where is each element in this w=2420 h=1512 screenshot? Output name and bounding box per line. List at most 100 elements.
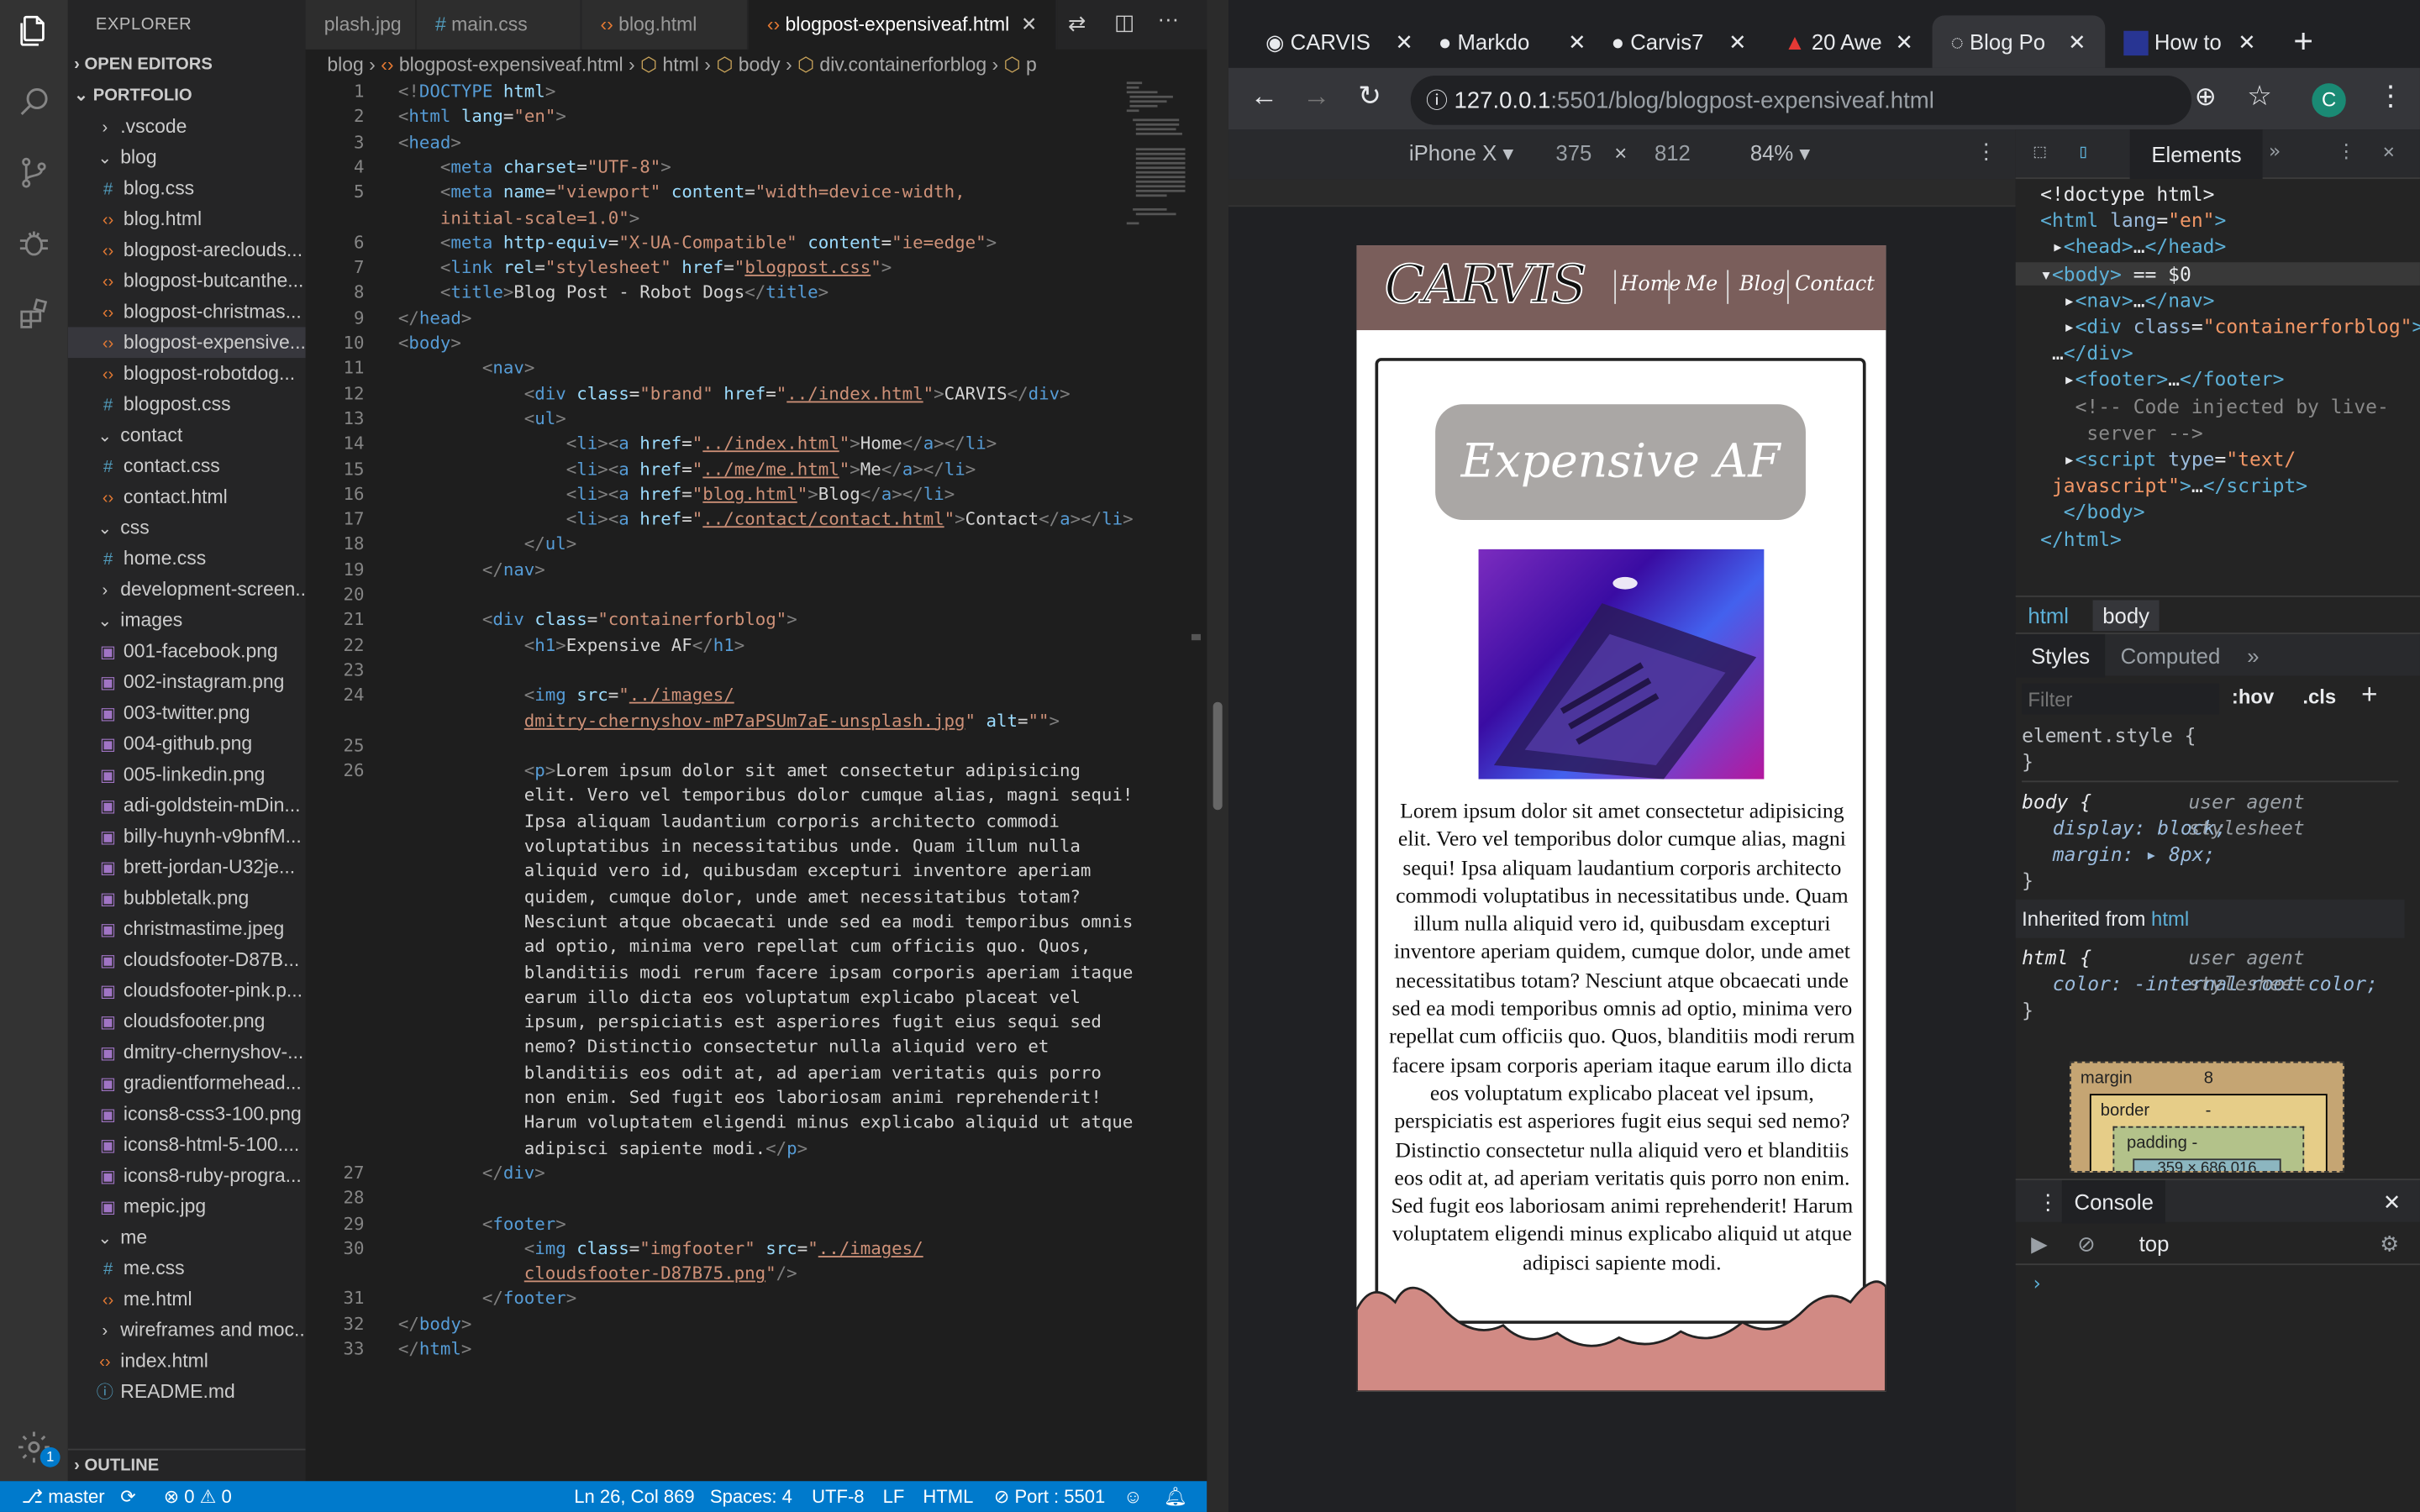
code-line[interactable]: <li><a href="blog.html">Blog</a></li> bbox=[398, 484, 955, 504]
drawer-menu-icon[interactable]: ⋮ bbox=[2037, 1180, 2059, 1223]
new-tab-button[interactable]: + bbox=[2293, 15, 2330, 67]
code-line[interactable]: nemo? Distinctio consectetur nulla aliqu… bbox=[398, 1037, 1050, 1058]
code-line[interactable]: <meta http-equiv="X-UA-Compatible" conte… bbox=[398, 233, 997, 253]
dom-node[interactable]: ▸<nav>…</nav> bbox=[2016, 288, 2420, 312]
browser-tab[interactable]: ◉ CARVIS ✕ bbox=[1253, 15, 1423, 67]
tab-computed[interactable]: Computed bbox=[2121, 634, 2221, 677]
code-line[interactable]: <meta charset="UTF-8"> bbox=[398, 157, 671, 177]
code-line[interactable]: <img src="../images/ bbox=[398, 685, 734, 706]
close-tab-icon[interactable]: ✕ bbox=[1395, 15, 1413, 67]
browser-tab[interactable]: ● Carvis7 ✕ bbox=[1599, 15, 1769, 67]
nav-link-home[interactable]: Home bbox=[1621, 273, 1681, 297]
tree-item[interactable]: ⓘ README.md bbox=[68, 1376, 306, 1407]
compare-changes-icon[interactable]: ⇄ bbox=[1068, 11, 1086, 37]
device-more-icon[interactable]: ⋮ bbox=[1975, 139, 1997, 165]
feedback-smiley-icon[interactable]: ☺ bbox=[1123, 1481, 1143, 1512]
notifications-bell-icon[interactable]: 🔔︎ bbox=[1164, 1481, 1187, 1512]
chrome-menu-icon[interactable]: ⋮ bbox=[2377, 81, 2405, 113]
devtools-menu-icon[interactable]: ⋮ bbox=[2337, 139, 2356, 162]
dom-node[interactable]: ▾<body> == $0 bbox=[2015, 261, 2420, 286]
code-line[interactable]: aliquid vero id, quibusdam excepturi inv… bbox=[398, 861, 1092, 881]
explorer-icon[interactable] bbox=[15, 13, 52, 50]
extensions-icon[interactable] bbox=[15, 297, 52, 333]
hov-toggle[interactable]: :hov bbox=[2232, 685, 2274, 708]
tab-console[interactable]: Console bbox=[2061, 1180, 2166, 1224]
code-line[interactable]: ipsum, perspiciatis est asperiores fugit… bbox=[398, 1012, 1102, 1032]
tree-item[interactable]: ▣ christmastime.jpeg bbox=[68, 913, 306, 944]
portfolio-section[interactable]: ⌄ PORTFOLIO bbox=[68, 81, 306, 112]
code-line[interactable]: <!DOCTYPE html> bbox=[398, 81, 555, 102]
tree-item[interactable]: ▣ cloudsfooter-pink.p... bbox=[68, 975, 306, 1006]
code-line[interactable]: elit. Vero vel temporibus dolor cumque a… bbox=[398, 786, 1134, 806]
info-icon[interactable]: ⓘ bbox=[1426, 88, 1448, 113]
dom-node[interactable]: <!-- Code injected by live- bbox=[2016, 394, 2420, 417]
code-line[interactable]: <head> bbox=[398, 132, 461, 152]
crumb-body[interactable]: body bbox=[2093, 600, 2159, 632]
console-settings-icon[interactable]: ⚙ bbox=[2380, 1222, 2399, 1265]
code-line[interactable]: <body> bbox=[398, 333, 461, 354]
code-line[interactable]: ad optio, minima vero repellat cum offic… bbox=[398, 937, 1092, 957]
tab-blogpost-expensiveaf[interactable]: ‹› blogpost-expensiveaf.html ✕ bbox=[748, 0, 1058, 50]
split-editor-icon[interactable]: ◫ bbox=[1114, 9, 1134, 35]
code-line[interactable]: <li><a href="../contact/contact.html">Co… bbox=[398, 509, 1134, 529]
code-line[interactable]: </head> bbox=[398, 308, 472, 328]
cls-toggle[interactable]: .cls bbox=[2302, 685, 2336, 708]
code-line[interactable]: <li><a href="../me/me.html">Me</a></li> bbox=[398, 459, 976, 479]
breadcrumb-item[interactable]: blogpost-expensiveaf.html bbox=[399, 54, 623, 76]
crumb-html[interactable]: html bbox=[2028, 603, 2069, 627]
tree-item[interactable]: ▣ gradientformehead... bbox=[68, 1068, 306, 1099]
dom-node[interactable]: ▸<head>…</head> bbox=[2016, 235, 2420, 259]
live-server-port[interactable]: ⊘ Port : 5501 bbox=[994, 1481, 1105, 1512]
border-value[interactable]: - bbox=[2206, 1101, 2212, 1120]
minimap[interactable] bbox=[1123, 79, 1186, 264]
code-line[interactable]: <div class="containerforblog"> bbox=[398, 610, 797, 630]
device-select[interactable]: iPhone X ▾ bbox=[1409, 140, 1513, 166]
inherited-tag[interactable]: html bbox=[2151, 907, 2189, 931]
tree-item[interactable]: ‹› contact.html bbox=[68, 481, 306, 512]
debug-icon[interactable] bbox=[15, 225, 52, 262]
dom-node[interactable]: javascript">…</script> bbox=[2016, 474, 2420, 497]
styles-filter-input[interactable] bbox=[2022, 683, 2220, 715]
branch-indicator[interactable]: ⎇ master bbox=[22, 1481, 105, 1512]
tree-item[interactable]: ▣ 001-facebook.png bbox=[68, 636, 306, 667]
code-line[interactable]: </nav> bbox=[398, 559, 545, 580]
dom-node[interactable]: ▸<div class="containerforblog"> bbox=[2016, 315, 2420, 339]
code-line[interactable]: quidem, cumque dolor, unde amet necessit… bbox=[398, 886, 1081, 906]
more-tabs-icon[interactable]: » bbox=[2269, 139, 2281, 162]
tree-item[interactable]: ‹› blogpost-expensive... bbox=[67, 327, 306, 359]
tree-item[interactable]: # blog.css bbox=[68, 173, 306, 204]
code-line[interactable]: non enim. Sed fugit eos laboriosam animi… bbox=[398, 1088, 1102, 1108]
code-editor[interactable]: 1 <!DOCTYPE html> 2 <html lang="en"> 3 <head>… bbox=[306, 79, 1189, 1482]
tab-blog-html[interactable]: ‹› blog.html bbox=[581, 0, 749, 50]
code-line[interactable]: <link rel="stylesheet" href="blogpost.cs… bbox=[398, 258, 892, 278]
tree-item[interactable]: ▣ cloudsfooter.png bbox=[68, 1006, 306, 1037]
tree-item[interactable]: ▣ icons8-html-5-100.... bbox=[68, 1129, 306, 1160]
tree-item[interactable]: ▣ billy-huynh-v9bnfM... bbox=[68, 821, 306, 852]
code-line[interactable]: blanditiis modi rerum facere ipsam corpo… bbox=[398, 962, 1134, 982]
tree-item[interactable]: ‹› blogpost-butcanthe... bbox=[68, 265, 306, 297]
browser-tab[interactable]: How to ✕ bbox=[2114, 15, 2281, 67]
sync-icon[interactable]: ⟳ bbox=[120, 1481, 135, 1512]
close-tab-icon[interactable]: ✕ bbox=[1568, 15, 1586, 67]
nav-link-blog[interactable]: Blog bbox=[1739, 273, 1786, 297]
code-line[interactable]: earum illo dicta eos voluptatum explicab… bbox=[398, 987, 1081, 1007]
tree-item[interactable]: ▣ icons8-css3-100.png bbox=[68, 1099, 306, 1130]
bookmark-star-icon[interactable]: ☆ bbox=[2247, 81, 2272, 113]
tab-elements[interactable]: Elements bbox=[2129, 129, 2264, 180]
tree-item[interactable]: # blogpost.css bbox=[68, 389, 306, 420]
console-prompt-icon[interactable]: › bbox=[2031, 1271, 2043, 1294]
dom-node[interactable]: <html lang="en"> bbox=[2016, 208, 2420, 232]
tree-item[interactable]: # contact.css bbox=[68, 450, 306, 481]
tree-item[interactable]: ▣ bubbletalk.png bbox=[68, 883, 306, 914]
tree-item[interactable]: # home.css bbox=[68, 543, 306, 575]
tree-item[interactable]: ‹› me.html bbox=[68, 1284, 306, 1315]
code-line[interactable]: </footer> bbox=[398, 1289, 576, 1309]
tab-main-css[interactable]: # main.css bbox=[416, 0, 582, 50]
tree-item[interactable]: ▣ 003-twitter.png bbox=[68, 697, 306, 728]
clear-console-icon[interactable]: ⊘ bbox=[2077, 1222, 2096, 1265]
context-select[interactable]: top bbox=[2139, 1222, 2170, 1265]
code-line[interactable]: <h1>Expensive AF</h1> bbox=[398, 635, 744, 655]
code-line[interactable]: voluptatibus in necessitatibus unde. Qua… bbox=[398, 836, 1081, 856]
more-panes-icon[interactable]: » bbox=[2247, 634, 2259, 677]
close-devtools-icon[interactable]: ✕ bbox=[2383, 139, 2395, 162]
